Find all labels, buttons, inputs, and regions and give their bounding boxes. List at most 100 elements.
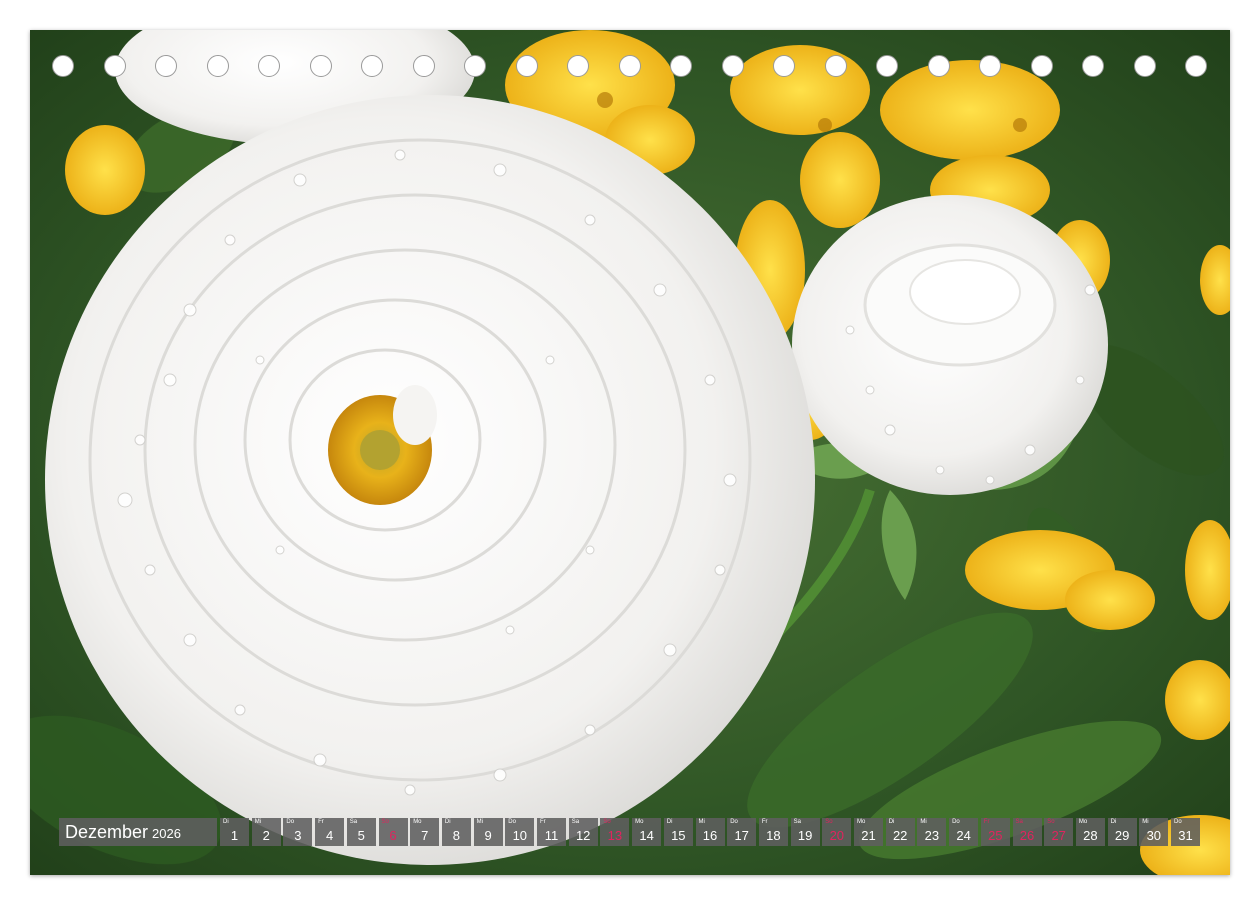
- weekday-label: Mi: [476, 819, 483, 825]
- weekday-label: Mo: [413, 819, 422, 825]
- weekday-label: Mi: [1142, 819, 1149, 825]
- calendar-day: So 27: [1044, 818, 1074, 846]
- calendar-day: Do 3: [283, 818, 313, 846]
- calendar-strip: Dezember 2026 Di 1 Mi 2 Do 3 Fr 4 Sa 5 So 6 Mo 7 Di 8 Mi 9…: [59, 818, 1201, 846]
- calendar-day: Sa 19: [790, 818, 820, 846]
- calendar-day: Di 22: [885, 818, 915, 846]
- calendar-day: Mi 16: [695, 818, 725, 846]
- day-number: 18: [766, 828, 781, 843]
- day-number: 16: [702, 828, 718, 843]
- day-number: 2: [262, 828, 270, 843]
- calendar-day: Di 1: [220, 818, 249, 846]
- calendar-day: Do 17: [727, 818, 757, 846]
- day-number: 9: [484, 828, 492, 843]
- day-number: 6: [389, 828, 397, 843]
- day-number: 14: [639, 828, 654, 843]
- binding-hole: [52, 55, 74, 77]
- binding-hole: [309, 55, 332, 77]
- calendar-day: Fr 11: [537, 818, 566, 846]
- calendar-day: Mi 23: [917, 818, 947, 846]
- binding-hole: [1082, 55, 1104, 77]
- calendar-day: Mi 9: [473, 818, 503, 846]
- weekday-label: Sa: [571, 819, 580, 825]
- binding-hole: [1030, 55, 1053, 77]
- weekday-label: Mo: [1078, 819, 1088, 825]
- calendar-day: Mi 30: [1139, 818, 1169, 846]
- weekday-label: Mi: [254, 819, 262, 825]
- day-number: 31: [1178, 828, 1193, 843]
- weekday-label: So: [1047, 819, 1055, 825]
- day-number: 21: [861, 828, 876, 843]
- binding-hole: [515, 55, 538, 77]
- calendar-photo: [30, 30, 1230, 875]
- weekday-label: Sa: [1015, 819, 1023, 825]
- calendar-day: Di 8: [441, 818, 471, 846]
- weekday-label: Di: [666, 819, 673, 825]
- weekday-label: Do: [508, 819, 516, 825]
- calendar-day: Mi 2: [251, 818, 281, 846]
- weekday-label: Di: [888, 819, 895, 825]
- calendar-day: Do 31: [1171, 818, 1200, 846]
- day-number: 28: [1083, 828, 1098, 843]
- calendar-day: Di 15: [663, 818, 693, 846]
- weekday-label: So: [603, 819, 611, 825]
- binding-hole: [670, 55, 692, 77]
- weekday-label: Do: [286, 819, 295, 825]
- weekday-label: Do: [1174, 819, 1182, 825]
- calendar-day: Sa 26: [1012, 818, 1042, 846]
- day-number: 11: [544, 828, 559, 843]
- weekday-label: So: [381, 819, 389, 825]
- binding-hole: [1185, 55, 1207, 77]
- calendar-day: Sa 5: [346, 818, 376, 846]
- day-number: 22: [892, 828, 908, 843]
- calendar-day: Mo 14: [632, 818, 662, 846]
- spiral-binding-holes: [52, 55, 1212, 79]
- day-number: 29: [1114, 828, 1130, 843]
- calendar-day: So 6: [378, 818, 408, 846]
- calendar-day: Mo 28: [1075, 818, 1105, 846]
- day-number: 13: [607, 828, 623, 843]
- day-number: 8: [452, 828, 460, 843]
- weekday-label: Di: [223, 819, 229, 825]
- day-number: 10: [512, 828, 528, 843]
- calendar-day: So 20: [822, 818, 852, 846]
- calendar-day: Do 24: [949, 818, 979, 846]
- day-number: 5: [357, 828, 365, 843]
- day-number: 25: [988, 828, 1003, 843]
- calendar-day: Fr 18: [758, 818, 788, 846]
- day-number: 3: [294, 828, 302, 843]
- ranunculus-photo: [30, 30, 1230, 875]
- binding-hole: [721, 55, 744, 77]
- weekday-label: Do: [952, 819, 960, 825]
- day-number: 19: [797, 828, 813, 843]
- day-number: 27: [1051, 828, 1066, 843]
- weekday-label: So: [825, 819, 833, 825]
- weekday-label: Mi: [698, 819, 705, 825]
- day-number: 30: [1146, 828, 1162, 843]
- weekday-label: Di: [1110, 819, 1117, 825]
- calendar-day: So 13: [600, 818, 630, 846]
- calendar-day: Fr 25: [980, 818, 1010, 846]
- binding-hole: [876, 55, 898, 77]
- calendar-day: Mo 21: [854, 818, 883, 846]
- weekday-label: Mo: [635, 819, 644, 825]
- month-year: 2026: [152, 826, 181, 841]
- day-number: 12: [575, 828, 591, 843]
- binding-hole: [927, 55, 950, 77]
- day-number: 17: [734, 828, 749, 843]
- day-number: 7: [421, 828, 429, 843]
- month-name: Dezember: [65, 822, 149, 842]
- weekday-label: Mo: [857, 819, 866, 825]
- binding-hole: [618, 55, 641, 77]
- day-number: 1: [230, 828, 239, 843]
- binding-hole: [464, 55, 486, 77]
- weekday-label: Di: [444, 819, 451, 825]
- weekday-label: Sa: [349, 819, 358, 825]
- weekday-label: Fr: [318, 819, 324, 825]
- binding-hole: [773, 55, 795, 77]
- day-number: 26: [1019, 828, 1035, 843]
- weekday-label: Sa: [793, 819, 801, 825]
- calendar-day: Di 29: [1107, 818, 1137, 846]
- binding-hole: [103, 55, 126, 77]
- weekday-label: Mi: [920, 819, 927, 825]
